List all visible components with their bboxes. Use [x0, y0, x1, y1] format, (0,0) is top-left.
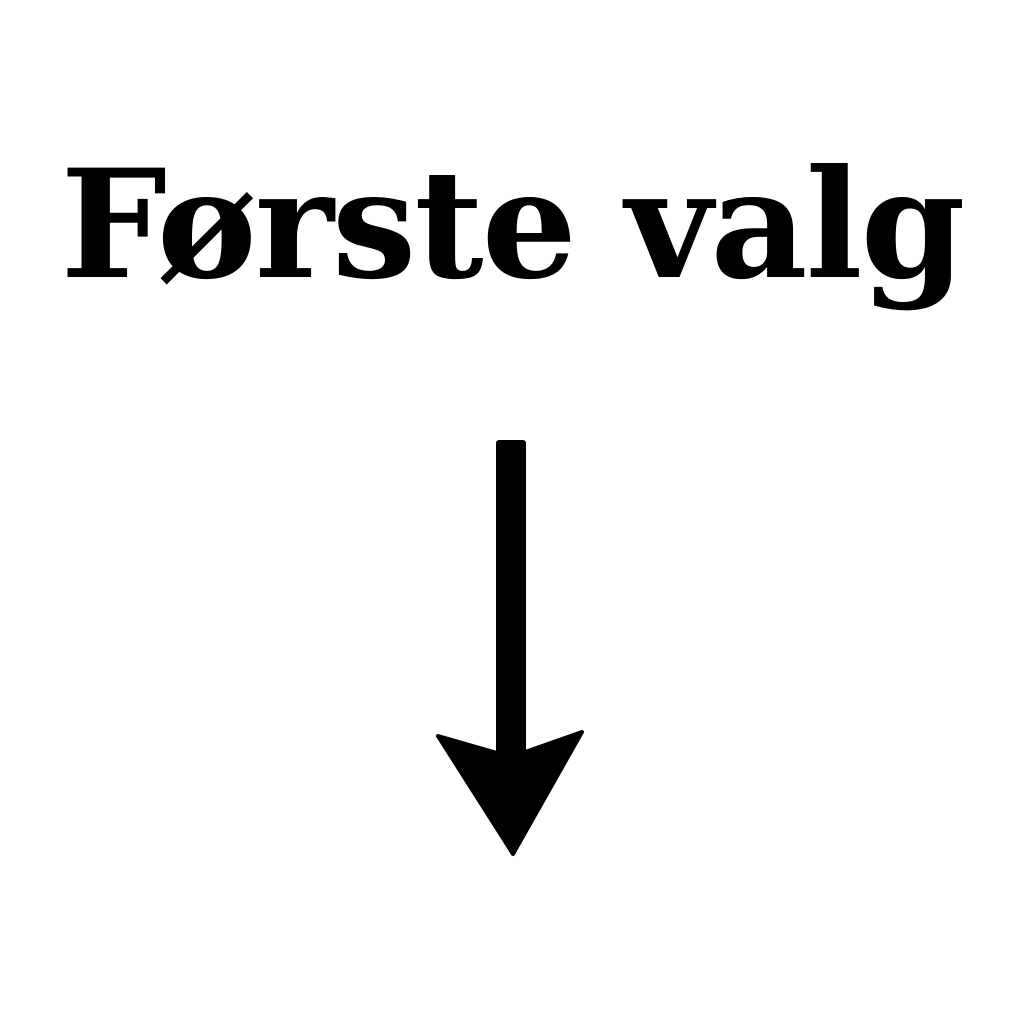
arrow-shaft: [496, 440, 526, 770]
arrow-down-icon: [436, 440, 584, 856]
heading-text: Første valg: [60, 137, 966, 313]
canvas: Første valg: [0, 0, 1024, 1024]
